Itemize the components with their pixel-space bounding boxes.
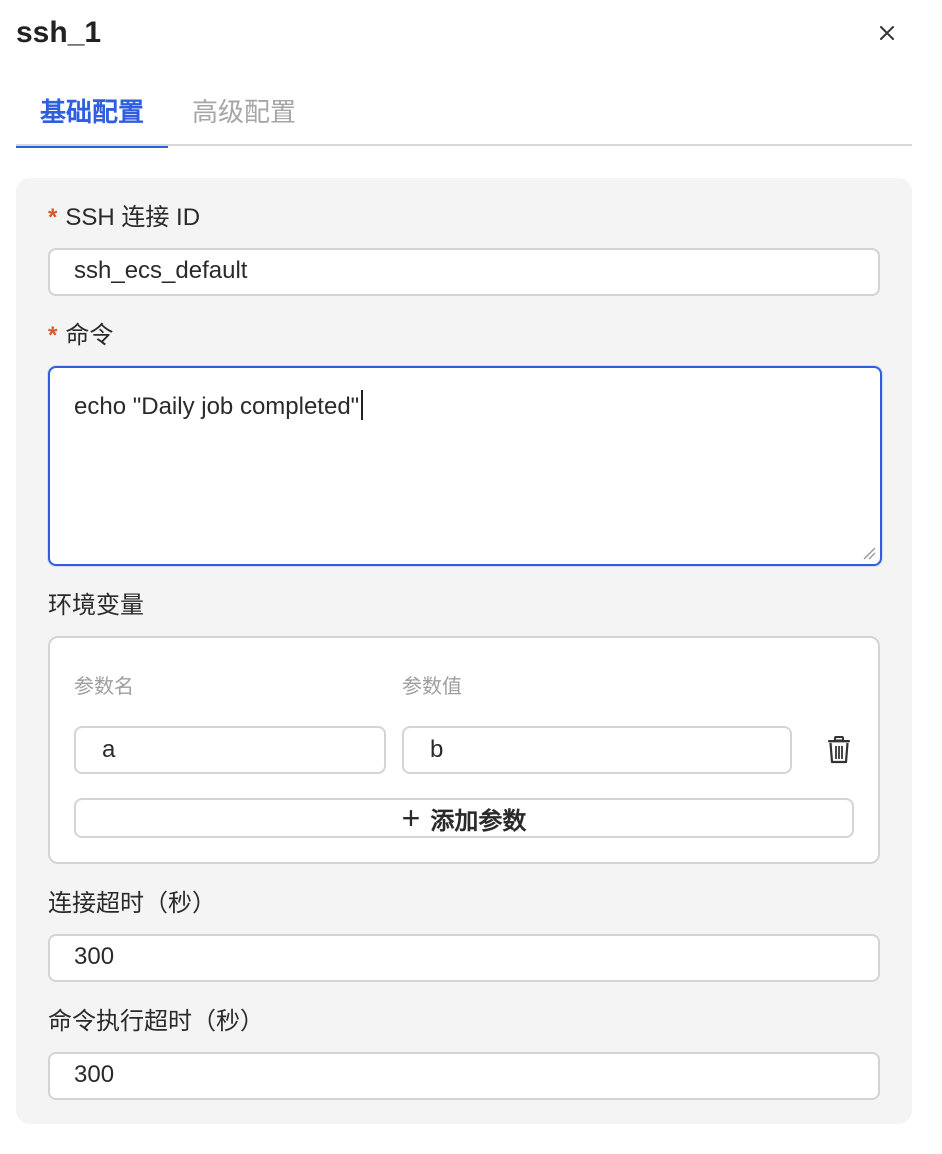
env-vars-label: 环境变量 bbox=[48, 592, 144, 619]
form-card: * SSH 连接 ID ssh_ecs_default * 命令 echo "Dai… bbox=[16, 178, 912, 1124]
ssh-conn-id-input[interactable]: ssh_ecs_default bbox=[48, 248, 880, 296]
param-value-header: 参数值 bbox=[402, 676, 462, 698]
plus-icon: + bbox=[401, 800, 421, 836]
text-caret bbox=[361, 390, 364, 420]
ssh-conn-id-label: * SSH 连接 ID bbox=[48, 204, 201, 231]
param-name-header: 参数名 bbox=[74, 676, 134, 698]
add-param-label: 添加参数 bbox=[430, 807, 527, 835]
conn-timeout-input[interactable]: 300 bbox=[48, 934, 880, 982]
tab-advanced-config[interactable]: 高级配置 bbox=[192, 90, 302, 146]
param-name-input[interactable]: a bbox=[74, 726, 386, 774]
param-value-input[interactable]: b bbox=[402, 726, 792, 774]
command-text: echo "Daily job completed" bbox=[74, 393, 360, 420]
ssh-config-panel: ssh_1 基础配置 高级配置 * SSH 连接 ID ssh_ecs_defau… bbox=[0, 0, 942, 1154]
tab-bar: 基础配置 高级配置 bbox=[16, 90, 912, 148]
command-label: * 命令 bbox=[48, 322, 114, 349]
resize-handle-icon[interactable] bbox=[862, 546, 876, 560]
conn-timeout-label: 连接超时（秒） bbox=[48, 890, 216, 917]
tab-basic-config[interactable]: 基础配置 bbox=[16, 90, 168, 148]
env-vars-box: 参数名 参数值 a b + 添加参数 bbox=[48, 636, 880, 864]
trash-icon[interactable] bbox=[826, 736, 852, 764]
cmd-timeout-input[interactable]: 300 bbox=[48, 1052, 880, 1100]
add-param-button[interactable]: + 添加参数 bbox=[74, 798, 854, 838]
required-mark: * bbox=[48, 322, 58, 349]
close-icon[interactable] bbox=[874, 20, 900, 46]
cmd-timeout-label: 命令执行超时（秒） bbox=[48, 1008, 264, 1035]
command-textarea[interactable]: echo "Daily job completed" bbox=[48, 366, 882, 566]
required-mark: * bbox=[48, 204, 58, 231]
panel-title: ssh_1 bbox=[16, 16, 102, 49]
